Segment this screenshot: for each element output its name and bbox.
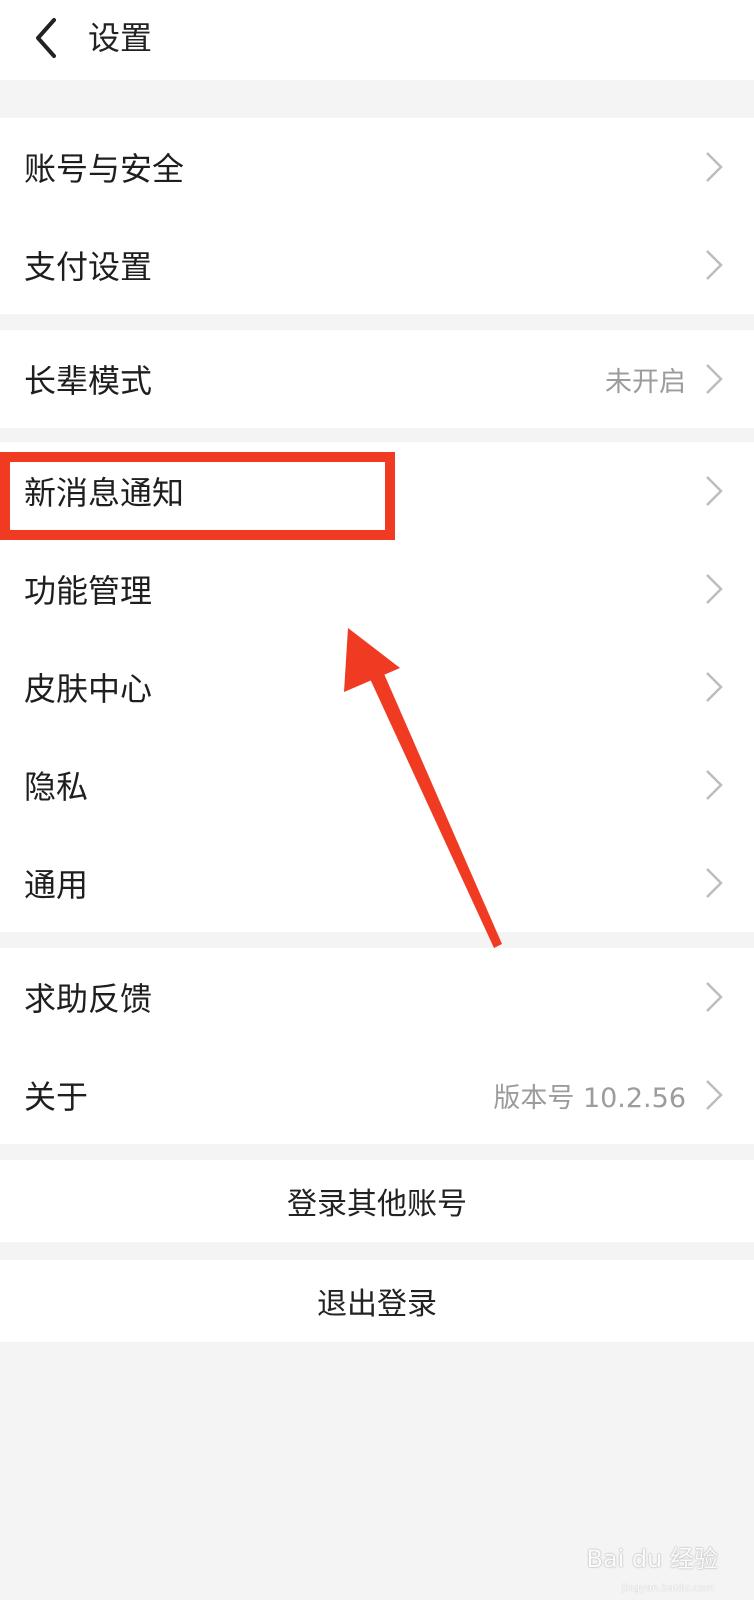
settings-group-features: 新消息通知 功能管理 皮肤中心 隐私 通用 bbox=[0, 442, 754, 932]
settings-group-elder: 长辈模式 未开启 bbox=[0, 330, 754, 428]
settings-item-label: 隐私 bbox=[24, 768, 89, 806]
chevron-right-icon bbox=[702, 669, 726, 705]
settings-item-label: 长辈模式 bbox=[24, 362, 153, 400]
settings-item-privacy[interactable]: 隐私 bbox=[0, 736, 754, 834]
settings-item-label: 通用 bbox=[24, 866, 89, 904]
settings-item-payment[interactable]: 支付设置 bbox=[0, 216, 754, 314]
chevron-right-icon bbox=[702, 149, 726, 185]
logout-button[interactable]: 退出登录 bbox=[0, 1260, 754, 1342]
login-other-account-button[interactable]: 登录其他账号 bbox=[0, 1160, 754, 1242]
settings-item-label: 功能管理 bbox=[24, 572, 153, 610]
chevron-right-icon bbox=[702, 473, 726, 509]
settings-item-label: 关于 bbox=[24, 1078, 89, 1116]
settings-item-label: 账号与安全 bbox=[24, 150, 185, 188]
settings-item-help-feedback[interactable]: 求助反馈 bbox=[0, 948, 754, 1046]
settings-item-feature-management[interactable]: 功能管理 bbox=[0, 540, 754, 638]
chevron-right-icon bbox=[702, 361, 726, 397]
settings-item-general[interactable]: 通用 bbox=[0, 834, 754, 932]
settings-group-account: 账号与安全 支付设置 bbox=[0, 118, 754, 314]
settings-item-about[interactable]: 关于 版本号 10.2.56 bbox=[0, 1046, 754, 1144]
settings-item-value: 未开启 bbox=[605, 366, 686, 398]
version-text: 版本号 10.2.56 bbox=[493, 1082, 686, 1114]
settings-item-elder-mode[interactable]: 长辈模式 未开启 bbox=[0, 330, 754, 428]
chevron-right-icon bbox=[702, 865, 726, 901]
page-title: 设置 bbox=[88, 19, 153, 57]
settings-item-notifications[interactable]: 新消息通知 bbox=[0, 442, 754, 540]
settings-item-label: 支付设置 bbox=[24, 248, 153, 286]
watermark-url: jingyan.baidu.com bbox=[621, 1583, 714, 1594]
chevron-right-icon bbox=[702, 247, 726, 283]
settings-item-skin-center[interactable]: 皮肤中心 bbox=[0, 638, 754, 736]
watermark-logo: Bai du 经验 bbox=[586, 1545, 718, 1573]
chevron-right-icon bbox=[702, 1077, 726, 1113]
chevron-right-icon bbox=[702, 979, 726, 1015]
settings-item-label: 新消息通知 bbox=[24, 474, 185, 512]
chevron-right-icon bbox=[702, 571, 726, 607]
back-button[interactable] bbox=[26, 12, 66, 64]
settings-item-account-security[interactable]: 账号与安全 bbox=[0, 118, 754, 216]
settings-item-label: 求助反馈 bbox=[24, 980, 153, 1018]
header: 设置 bbox=[0, 0, 754, 80]
settings-item-label: 皮肤中心 bbox=[24, 670, 153, 708]
chevron-right-icon bbox=[702, 767, 726, 803]
settings-group-support: 求助反馈 关于 版本号 10.2.56 bbox=[0, 948, 754, 1144]
chevron-left-icon bbox=[36, 18, 56, 58]
